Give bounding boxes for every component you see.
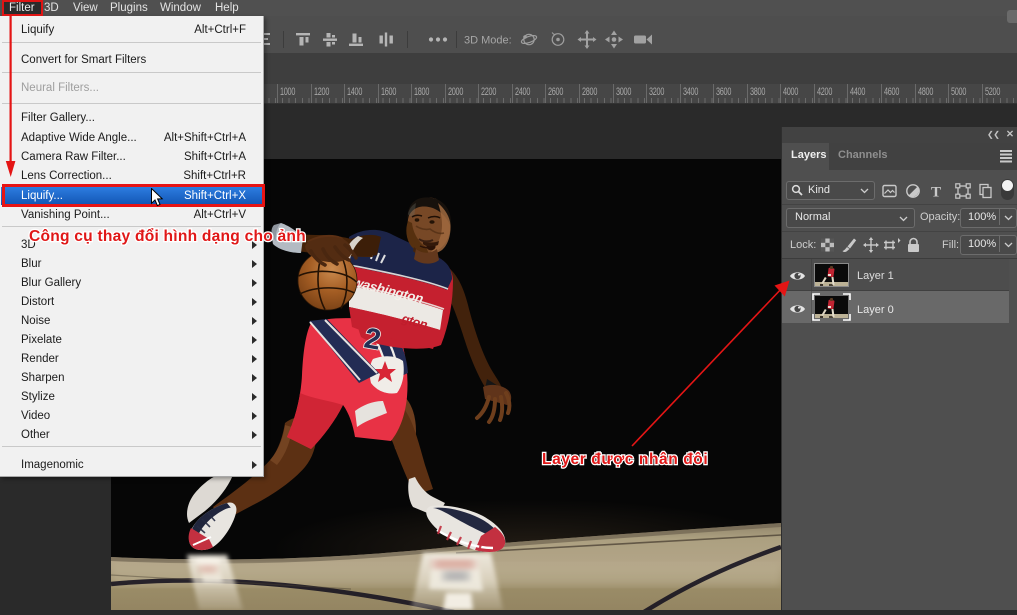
svg-text:3D Mode:: 3D Mode: [464, 35, 512, 47]
svg-text:T: T [931, 185, 941, 200]
